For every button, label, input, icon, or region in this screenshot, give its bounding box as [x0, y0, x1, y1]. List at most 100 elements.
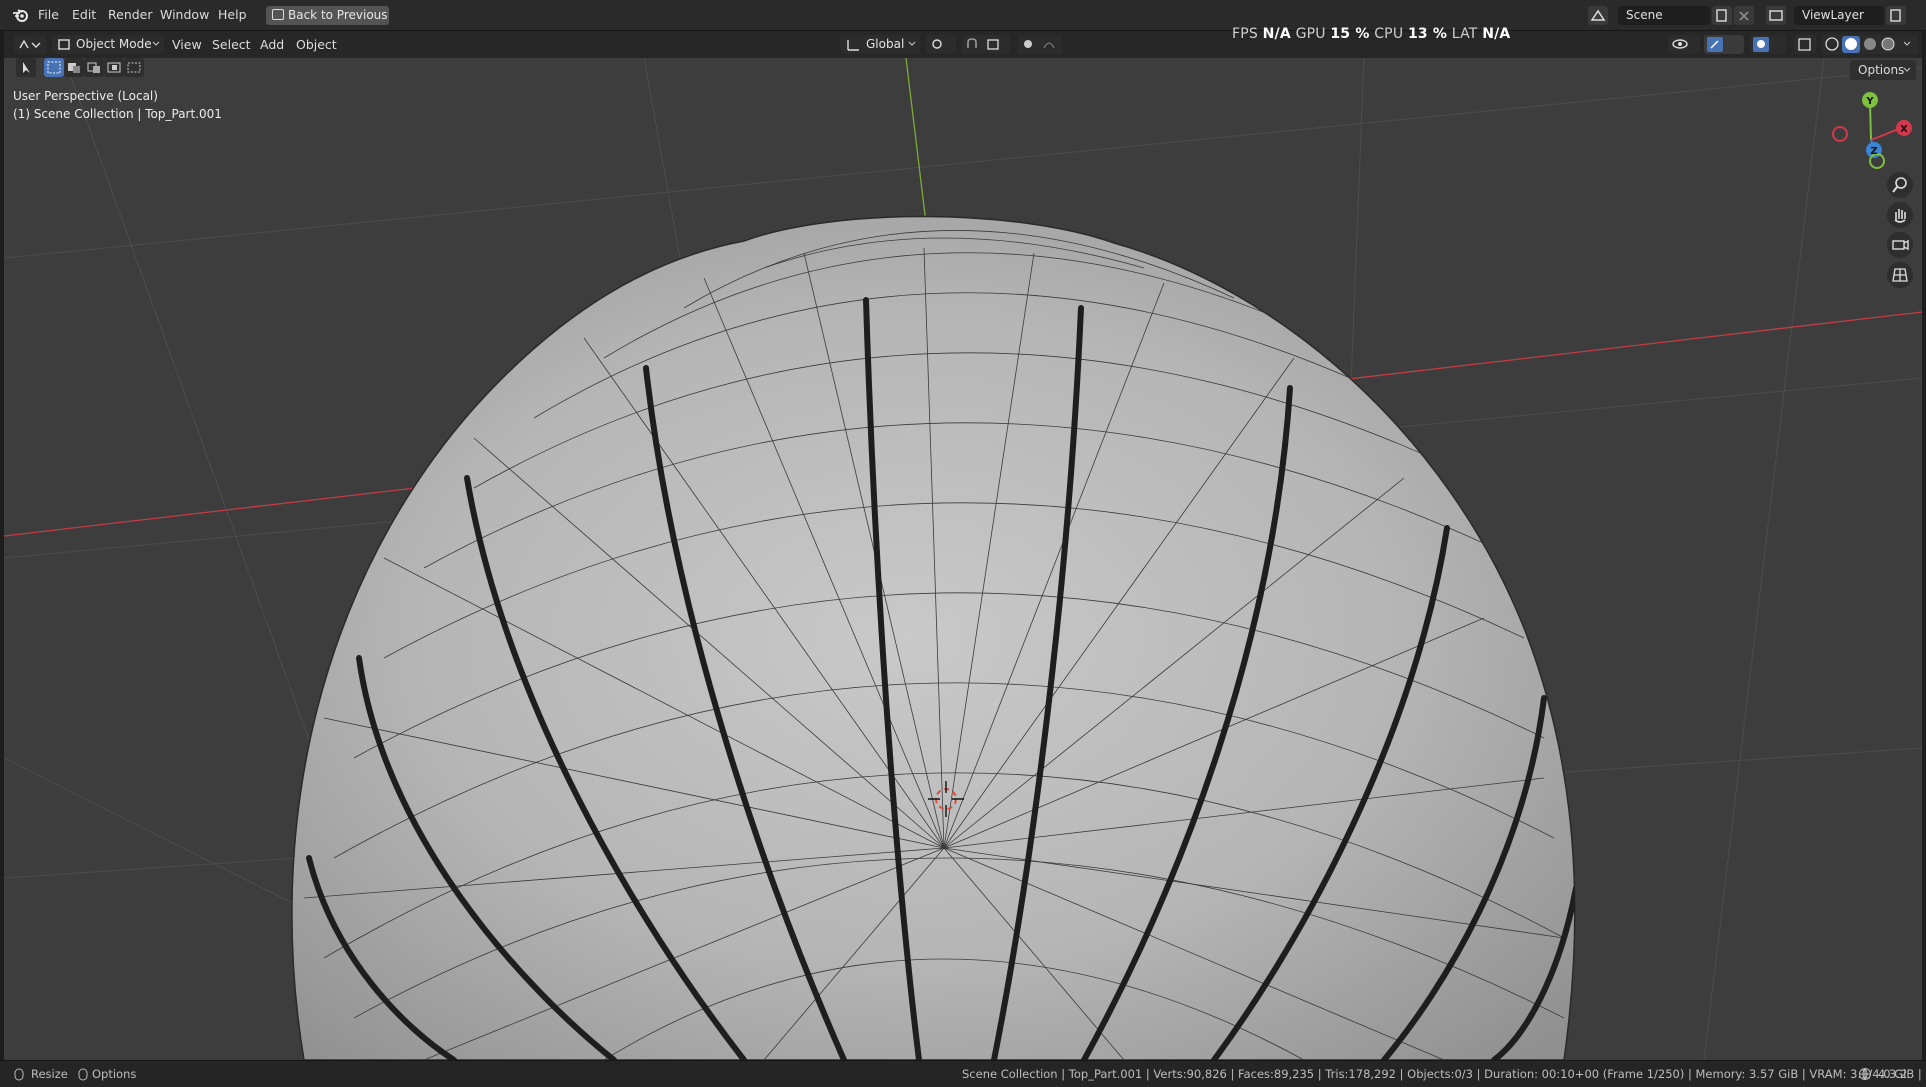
navigation-gizmo[interactable]: Y X Z — [1832, 92, 1912, 169]
gpu-value: 15 % — [1330, 26, 1370, 42]
chevron-down-icon — [152, 41, 160, 46]
gizmo-z-label: Z — [1870, 146, 1877, 157]
object-mode-dropdown[interactable]: Object Mode — [52, 35, 164, 54]
version-label: 4.3.2 — [1878, 1067, 1908, 1081]
viewlayer-selector-button[interactable] — [1766, 6, 1786, 25]
overlays-icon — [1753, 37, 1769, 52]
resize-hint: Resize — [31, 1067, 68, 1081]
gizmo-icon — [1707, 37, 1723, 52]
menu-object[interactable]: Object — [296, 31, 337, 58]
snap-icon — [967, 38, 999, 50]
select-subtract-icon — [87, 62, 100, 73]
collection-label: (1) Scene Collection | Top_Part.001 — [13, 107, 222, 121]
orientation-label: Global — [866, 37, 905, 51]
delete-scene-button[interactable] — [1734, 6, 1754, 25]
select-extend-mode-button[interactable] — [64, 58, 84, 77]
viewport-canvas[interactable]: Y X Z — [4, 58, 1922, 1060]
perspective-toggle-button[interactable] — [1887, 262, 1913, 288]
select-intersect-icon — [127, 62, 141, 73]
new-scene-button[interactable] — [1712, 6, 1732, 25]
pan-button[interactable] — [1887, 202, 1913, 228]
scene-selector-button[interactable] — [1588, 6, 1608, 25]
gizmo-toggle[interactable] — [1704, 35, 1744, 54]
scene-icon — [1590, 9, 1606, 21]
select-extend-icon — [68, 63, 80, 73]
3d-viewport[interactable]: Y X Z User Perspective (Local) (1) Scene… — [4, 58, 1922, 1060]
lat-label: LAT — [1451, 26, 1478, 42]
perspective-label: User Perspective (Local) — [13, 89, 158, 103]
fps-label: FPS — [1232, 26, 1258, 42]
eye-icon — [1672, 39, 1688, 49]
back-to-previous-label: Back to Previous — [288, 8, 388, 22]
proportional-editing-dropdown[interactable] — [1018, 35, 1062, 54]
select-invert-icon — [107, 62, 121, 73]
zoom-button[interactable] — [1887, 172, 1913, 198]
select-box-icon — [47, 61, 61, 74]
performance-stats: FPS N/A GPU 15 % CPU 13 % LAT N/A — [1232, 26, 1510, 42]
duplicate-icon — [1890, 9, 1901, 22]
chevron-down-icon — [1903, 67, 1911, 72]
shading-icons — [1825, 36, 1911, 53]
object-mode-icon — [58, 39, 70, 50]
cursor-arrow-icon — [23, 62, 30, 73]
hand-icon — [1894, 209, 1906, 223]
cpu-label: CPU — [1374, 26, 1404, 42]
editor-type-icon — [19, 39, 41, 49]
gizmo-neg-x-axis[interactable] — [1832, 126, 1848, 142]
gpu-label: GPU — [1295, 26, 1326, 42]
pivot-point-dropdown[interactable] — [926, 35, 956, 54]
menu-window[interactable]: Window — [160, 0, 209, 30]
object-mode-label: Object Mode — [76, 37, 152, 51]
duplicate-icon — [1716, 9, 1727, 22]
scene-statistics: Scene Collection | Top_Part.001 | Verts:… — [962, 1067, 1922, 1081]
menu-edit[interactable]: Edit — [72, 0, 96, 30]
status-bar: Resize Options Scene Collection | Top_Pa… — [0, 1060, 1926, 1087]
scene-field[interactable]: Scene — [1618, 6, 1710, 25]
menu-select[interactable]: Select — [212, 31, 251, 58]
select-invert-mode-button[interactable] — [104, 58, 124, 77]
select-new-mode-button[interactable] — [44, 58, 64, 77]
gizmo-x-label: X — [1900, 124, 1908, 135]
layers-icon — [1769, 10, 1783, 21]
cpu-value: 13 % — [1407, 26, 1448, 42]
mouse-icon — [78, 1068, 88, 1081]
globe-icon — [1859, 1068, 1871, 1081]
viewport-options-button[interactable]: Options — [1850, 60, 1916, 80]
menu-view[interactable]: View — [172, 31, 202, 58]
chevron-down-icon — [908, 41, 916, 46]
camera-view-button[interactable] — [1887, 232, 1913, 258]
viewport-options-label: Options — [1858, 63, 1905, 77]
xray-icon — [1798, 38, 1811, 51]
grid-icon — [1892, 268, 1908, 282]
back-to-previous-button[interactable]: Back to Previous — [266, 6, 389, 25]
pivot-icon — [932, 39, 942, 49]
lat-value: N/A — [1482, 26, 1511, 42]
viewport-header: Object Mode View Select Add Object Globa… — [4, 26, 1922, 58]
top-menu-bar: File Edit Render Window Help Back to Pre… — [0, 0, 1926, 31]
menu-file[interactable]: File — [38, 0, 59, 30]
gizmo-y-label: Y — [1865, 96, 1874, 107]
select-intersect-mode-button[interactable] — [124, 58, 144, 77]
menu-add[interactable]: Add — [260, 31, 284, 58]
blender-logo-icon[interactable] — [12, 7, 29, 23]
new-viewlayer-button[interactable] — [1886, 6, 1906, 25]
select-subtract-mode-button[interactable] — [84, 58, 104, 77]
viewlayer-field[interactable]: ViewLayer — [1794, 6, 1884, 25]
mouse-icon — [14, 1068, 24, 1081]
options-hint: Options — [92, 1067, 137, 1081]
select-tool-button[interactable] — [16, 58, 36, 77]
menu-render[interactable]: Render — [108, 0, 153, 30]
fps-value: N/A — [1262, 26, 1291, 42]
visibility-dropdown[interactable] — [1668, 35, 1700, 54]
shading-mode-buttons[interactable] — [1822, 35, 1918, 54]
menu-help[interactable]: Help — [218, 0, 247, 30]
camera-icon — [1892, 239, 1909, 251]
xray-toggle[interactable] — [1794, 35, 1816, 54]
snapping-dropdown[interactable] — [962, 35, 1010, 54]
shell-mesh[interactable] — [291, 215, 1576, 1060]
transform-orientation-dropdown[interactable]: Global — [840, 35, 920, 54]
overlays-toggle[interactable] — [1750, 35, 1786, 54]
editor-type-dropdown[interactable] — [14, 35, 46, 54]
zoom-icon — [1892, 177, 1907, 193]
proportional-edit-icon — [1024, 40, 1055, 49]
